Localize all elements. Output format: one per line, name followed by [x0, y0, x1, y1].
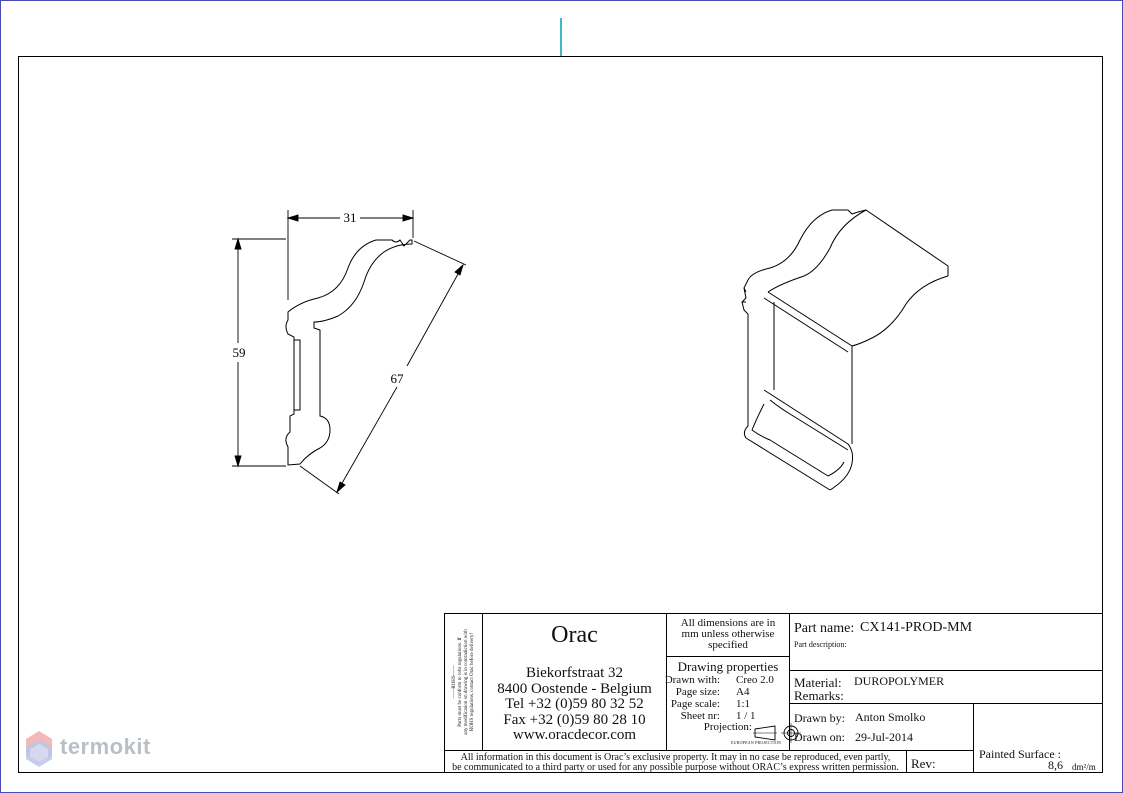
- company-name: Orac: [551, 622, 598, 648]
- company-address-street: Biekorfstraat 32: [525, 665, 624, 681]
- company-info: Orac Biekorfstraat 32 8400 Oostende - Be…: [483, 614, 667, 750]
- company-website[interactable]: www.oracdecor.com: [483, 727, 666, 743]
- part-name-section: Part name: CX141-PROD-MM Part descriptio…: [790, 614, 1103, 671]
- rev-label: Rev:: [911, 756, 936, 771]
- dimension-height: 59: [233, 345, 246, 360]
- profile-cross-section: [285, 239, 413, 466]
- drawn-by-label: Drawn by:: [794, 711, 845, 725]
- painted-surface-section: Painted Surface : 8,6 dm²/m: [974, 704, 1103, 773]
- part-name-label: Part name:: [794, 621, 855, 636]
- dimensions-note: All dimensions are in mm unless otherwis…: [667, 614, 790, 657]
- revision-section: Rev:: [907, 750, 974, 773]
- drawing-properties-title: Drawing properties: [677, 659, 779, 674]
- watermark: termokit: [24, 730, 150, 770]
- company-phone: Tel +32 (0)59 80 32 52: [505, 696, 644, 712]
- painted-surface-value: 8,6: [1048, 758, 1063, 772]
- company-fax: Fax +32 (0)59 80 28 10: [503, 712, 646, 728]
- remarks-label: Remarks:: [794, 688, 844, 703]
- rohs-line: ROHS regulations, contact Orac before de…: [470, 632, 475, 732]
- company-address-city: 8400 Oostende - Belgium: [497, 681, 652, 697]
- drawn-by-value: Anton Smolko: [855, 710, 926, 724]
- drawn-on-label: Drawn on:: [794, 730, 845, 744]
- material-value: DUROPOLYMER: [854, 674, 945, 688]
- rohs-notice: ——ROHS—— Parts must be conform to rohs r…: [445, 614, 483, 750]
- dimension-lines: [232, 210, 467, 495]
- dimension-width: 31: [344, 210, 357, 225]
- drawing-properties: Drawing properties Drawn with: Creo 2.0 …: [665, 657, 801, 750]
- dimension-diagonal: 67: [391, 371, 405, 386]
- watermark-text: termokit: [60, 734, 151, 759]
- drawn-on-value: 29-Jul-2014: [855, 730, 913, 744]
- confidentiality-notice: All information in this document is Orac…: [445, 750, 907, 773]
- projection-caption: EUROPEAN PROJECTION: [731, 740, 782, 745]
- part-description-label: Part description:: [794, 640, 847, 649]
- drawn-by-section: Drawn by: Anton Smolko Drawn on: 29-Jul-…: [790, 704, 974, 750]
- termokit-logo-icon: [26, 731, 52, 767]
- profile-isometric-view: [741, 209, 949, 491]
- part-name: CX141-PROD-MM: [860, 620, 973, 635]
- material-section: Material: DUROPOLYMER Remarks:: [790, 671, 1103, 704]
- painted-surface-unit: dm²/m: [1072, 762, 1096, 772]
- title-block: ——ROHS—— Parts must be conform to rohs r…: [444, 613, 1103, 773]
